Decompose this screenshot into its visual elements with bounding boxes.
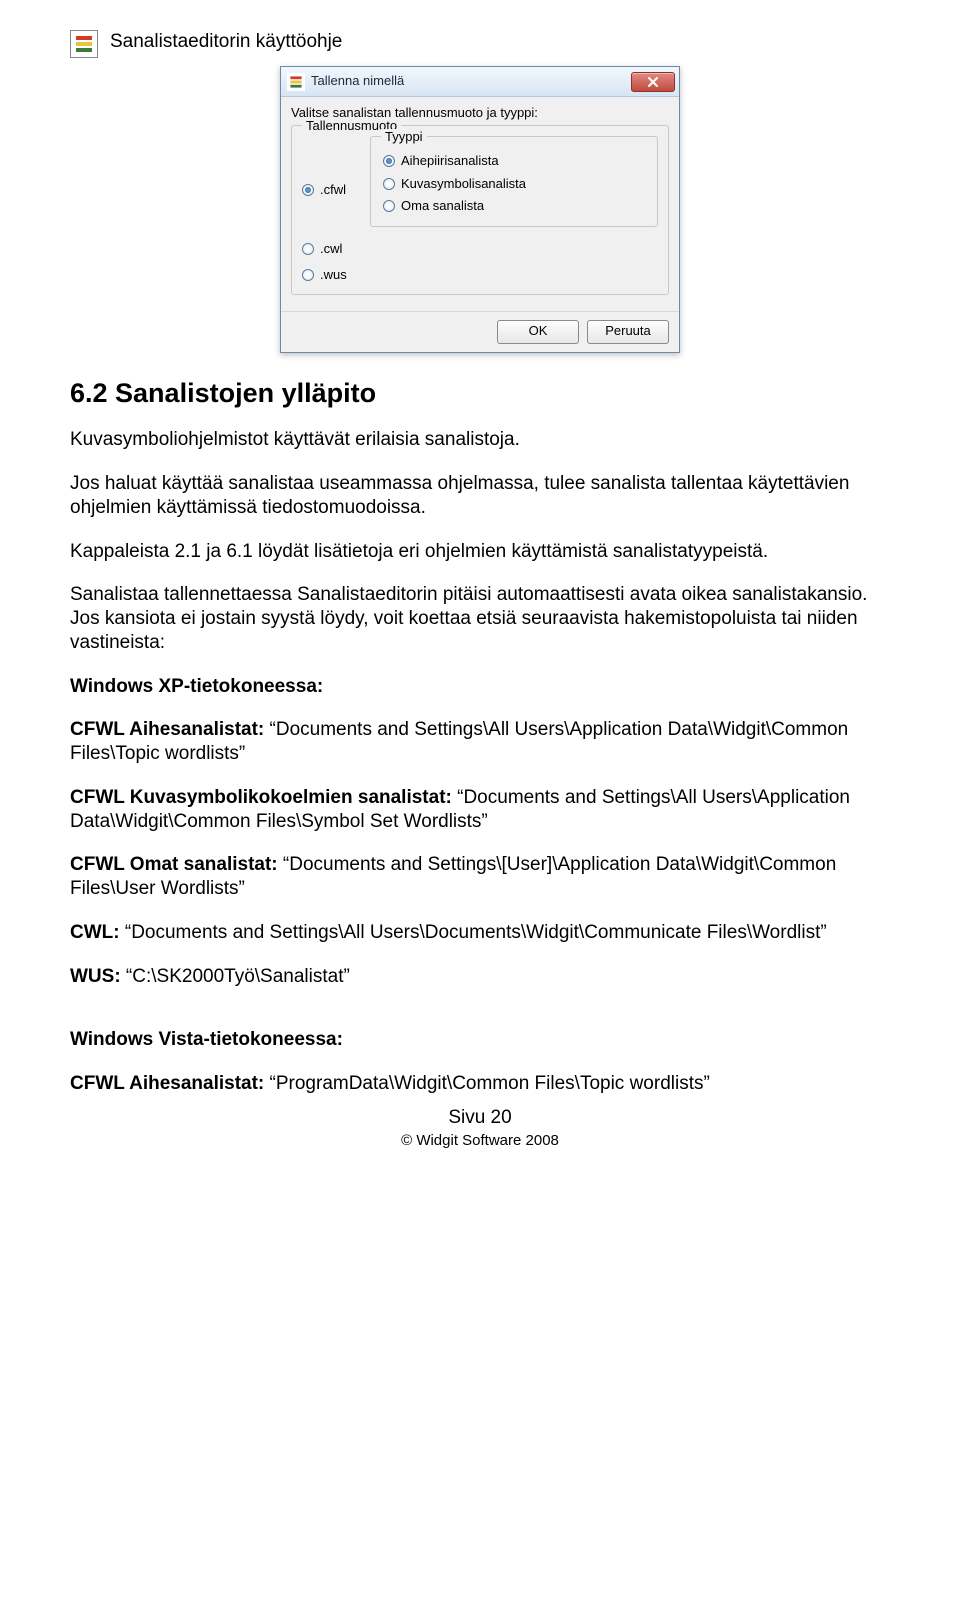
radio-label: Kuvasymbolisanalista — [401, 176, 526, 192]
radio-dot-icon — [383, 178, 395, 190]
dialog-title: Tallenna nimellä — [311, 73, 631, 89]
radio-dot-icon — [383, 200, 395, 212]
page-header: Sanalistaeditorin käyttöohje — [70, 30, 890, 58]
body-paragraph: Kuvasymboliohjelmistot käyttävät erilais… — [70, 428, 890, 452]
xp-heading: Windows XP-tietokoneessa: — [70, 675, 890, 699]
path-label: WUS: — [70, 966, 121, 987]
body-paragraph: Kappaleista 2.1 ja 6.1 löydät lisätietoj… — [70, 540, 890, 564]
radio-label: Oma sanalista — [401, 198, 484, 214]
save-as-dialog: Tallenna nimellä Valitse sanalistan tall… — [280, 66, 680, 353]
section-heading: 6.2 Sanalistojen ylläpito — [70, 377, 890, 411]
radio-label: .cwl — [320, 241, 342, 257]
footer-copyright: © Widgit Software 2008 — [70, 1132, 890, 1151]
path-item: CFWL Aihesanalistat: “Documents and Sett… — [70, 718, 890, 766]
radio-aihepiiri[interactable]: Aihepiirisanalista — [383, 153, 645, 169]
path-item: WUS: “C:\SK2000Työ\Sanalistat” — [70, 965, 890, 989]
radio-cfwl[interactable]: .cfwl — [302, 182, 346, 198]
body-paragraph: Sanalistaa tallennettaessa Sanalistaedit… — [70, 583, 890, 654]
path-label: CWL: — [70, 922, 120, 943]
dialog-button-row: OK Peruuta — [281, 311, 679, 352]
radio-label: Aihepiirisanalista — [401, 153, 499, 169]
cancel-button[interactable]: Peruuta — [587, 320, 669, 344]
path-label: CFWL Kuvasymbolikokoelmien sanalistat: — [70, 787, 452, 808]
app-icon — [70, 30, 98, 58]
radio-oma[interactable]: Oma sanalista — [383, 198, 645, 214]
dialog-app-icon — [287, 73, 305, 91]
path-item: CFWL Aihesanalistat: “ProgramData\Widgit… — [70, 1072, 890, 1096]
path-value: “C:\SK2000Työ\Sanalistat” — [121, 966, 350, 987]
path-label: CFWL Omat sanalistat: — [70, 854, 278, 875]
path-item: CWL: “Documents and Settings\All Users\D… — [70, 921, 890, 945]
type-group-label: Tyyppi — [381, 129, 427, 145]
close-button[interactable] — [631, 72, 675, 92]
ok-button[interactable]: OK — [497, 320, 579, 344]
radio-label: .wus — [320, 267, 347, 283]
path-label: CFWL Aihesanalistat: — [70, 719, 264, 740]
header-title: Sanalistaeditorin käyttöohje — [110, 30, 342, 54]
vista-heading: Windows Vista-tietokoneessa: — [70, 1028, 890, 1052]
path-item: CFWL Kuvasymbolikokoelmien sanalistat: “… — [70, 786, 890, 834]
path-label: CFWL Aihesanalistat: — [70, 1073, 264, 1094]
path-value: “ProgramData\Widgit\Common Files\Topic w… — [264, 1073, 710, 1094]
radio-kuvasymboli[interactable]: Kuvasymbolisanalista — [383, 176, 645, 192]
type-groupbox: Tyyppi Aihepiirisanalista Kuvasymbolisan… — [370, 136, 658, 227]
footer-page-number: Sivu 20 — [70, 1106, 890, 1130]
radio-dot-icon — [302, 184, 314, 196]
path-item: CFWL Omat sanalistat: “Documents and Set… — [70, 853, 890, 901]
body-paragraph: Jos haluat käyttää sanalistaa useammassa… — [70, 472, 890, 520]
dialog-titlebar: Tallenna nimellä — [281, 67, 679, 97]
format-groupbox: Tallennusmuoto .cfwl Tyyppi — [291, 125, 669, 294]
radio-wus[interactable]: .wus — [302, 267, 658, 283]
radio-label: .cfwl — [320, 182, 346, 198]
radio-dot-icon — [302, 269, 314, 281]
radio-dot-icon — [383, 155, 395, 167]
path-value: “Documents and Settings\All Users\Docume… — [120, 922, 827, 943]
radio-dot-icon — [302, 243, 314, 255]
radio-cwl[interactable]: .cwl — [302, 241, 658, 257]
